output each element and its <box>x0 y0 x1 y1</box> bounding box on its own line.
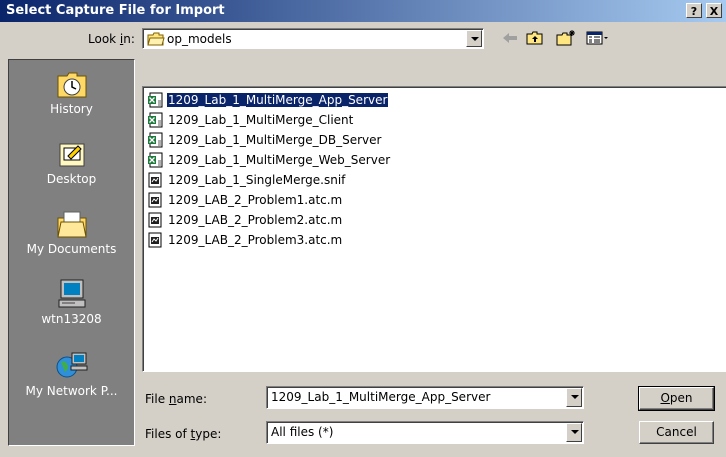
title-bar: Select Capture File for Import ? X <box>0 0 726 22</box>
file-name: 1209_LAB_2_Problem3.atc.m <box>168 233 343 247</box>
window-title: Select Capture File for Import <box>6 3 225 18</box>
capture-file-icon <box>147 212 163 228</box>
file-type-label: Files of type: <box>145 427 222 441</box>
file-type-combo[interactable]: All files (*) <box>266 421 584 444</box>
file-name: 1209_Lab_1_MultiMerge_Client <box>168 113 354 127</box>
place-label: Desktop <box>46 172 97 186</box>
spreadsheet-file-icon <box>147 132 163 148</box>
history-icon <box>55 68 89 100</box>
file-type-value: All files (*) <box>271 425 334 439</box>
back-arrow-icon[interactable] <box>500 28 520 48</box>
close-button[interactable]: X <box>706 3 722 18</box>
file-type-dropdown-button[interactable] <box>566 423 582 442</box>
file-name: 1209_Lab_1_MultiMerge_Web_Server <box>168 153 391 167</box>
file-name: 1209_LAB_2_Problem2.atc.m <box>168 213 343 227</box>
spreadsheet-file-icon <box>147 92 163 108</box>
place-desktop[interactable]: Desktop <box>9 138 134 186</box>
look-in-value: op_models <box>167 32 232 46</box>
place-network[interactable]: My Network P... <box>9 350 134 398</box>
capture-file-icon <box>147 172 163 188</box>
spreadsheet-file-icon <box>147 152 163 168</box>
folder-icon <box>147 32 165 46</box>
network-places-icon <box>55 350 89 382</box>
place-my-documents[interactable]: My Documents <box>9 208 134 256</box>
file-name-field[interactable]: 1209_Lab_1_MultiMerge_App_Server <box>271 390 490 404</box>
file-name: 1209_Lab_1_MultiMerge_App_Server <box>165 92 390 108</box>
computer-icon <box>55 278 89 310</box>
place-history[interactable]: History <box>9 68 134 116</box>
view-menu-icon[interactable] <box>585 28 611 48</box>
up-folder-icon[interactable] <box>525 28 545 48</box>
look-in-combo[interactable]: op_models <box>142 28 484 49</box>
places-bar: History Desktop My Documents wtn13208 My… <box>8 59 135 446</box>
desktop-icon <box>55 138 89 170</box>
file-name: 1209_LAB_2_Problem1.atc.m <box>168 193 343 207</box>
place-label: History <box>50 102 93 116</box>
place-label: My Documents <box>26 242 117 256</box>
file-name-label: File name: <box>145 392 207 406</box>
open-button[interactable]: Open <box>638 386 715 411</box>
look-in-dropdown-button[interactable] <box>466 30 482 47</box>
place-label: My Network P... <box>25 384 118 398</box>
spreadsheet-file-icon <box>147 112 163 128</box>
file-list[interactable]: 1209_Lab_1_MultiMerge_App_Server 1209_La… <box>142 86 726 372</box>
file-name-combo[interactable]: 1209_Lab_1_MultiMerge_App_Server <box>266 386 584 409</box>
file-name: 1209_Lab_1_SingleMerge.snif <box>168 173 346 187</box>
place-computer[interactable]: wtn13208 <box>9 278 134 326</box>
file-name-dropdown-button[interactable] <box>566 388 582 407</box>
file-name: 1209_Lab_1_MultiMerge_DB_Server <box>168 133 382 147</box>
new-folder-icon[interactable] <box>555 28 575 48</box>
capture-file-icon <box>147 232 163 248</box>
help-button[interactable]: ? <box>686 3 702 18</box>
place-label: wtn13208 <box>41 312 102 326</box>
cancel-button[interactable]: Cancel <box>639 421 714 444</box>
capture-file-icon <box>147 192 163 208</box>
my-documents-icon <box>55 208 89 240</box>
look-in-label: Look in: <box>88 32 135 46</box>
